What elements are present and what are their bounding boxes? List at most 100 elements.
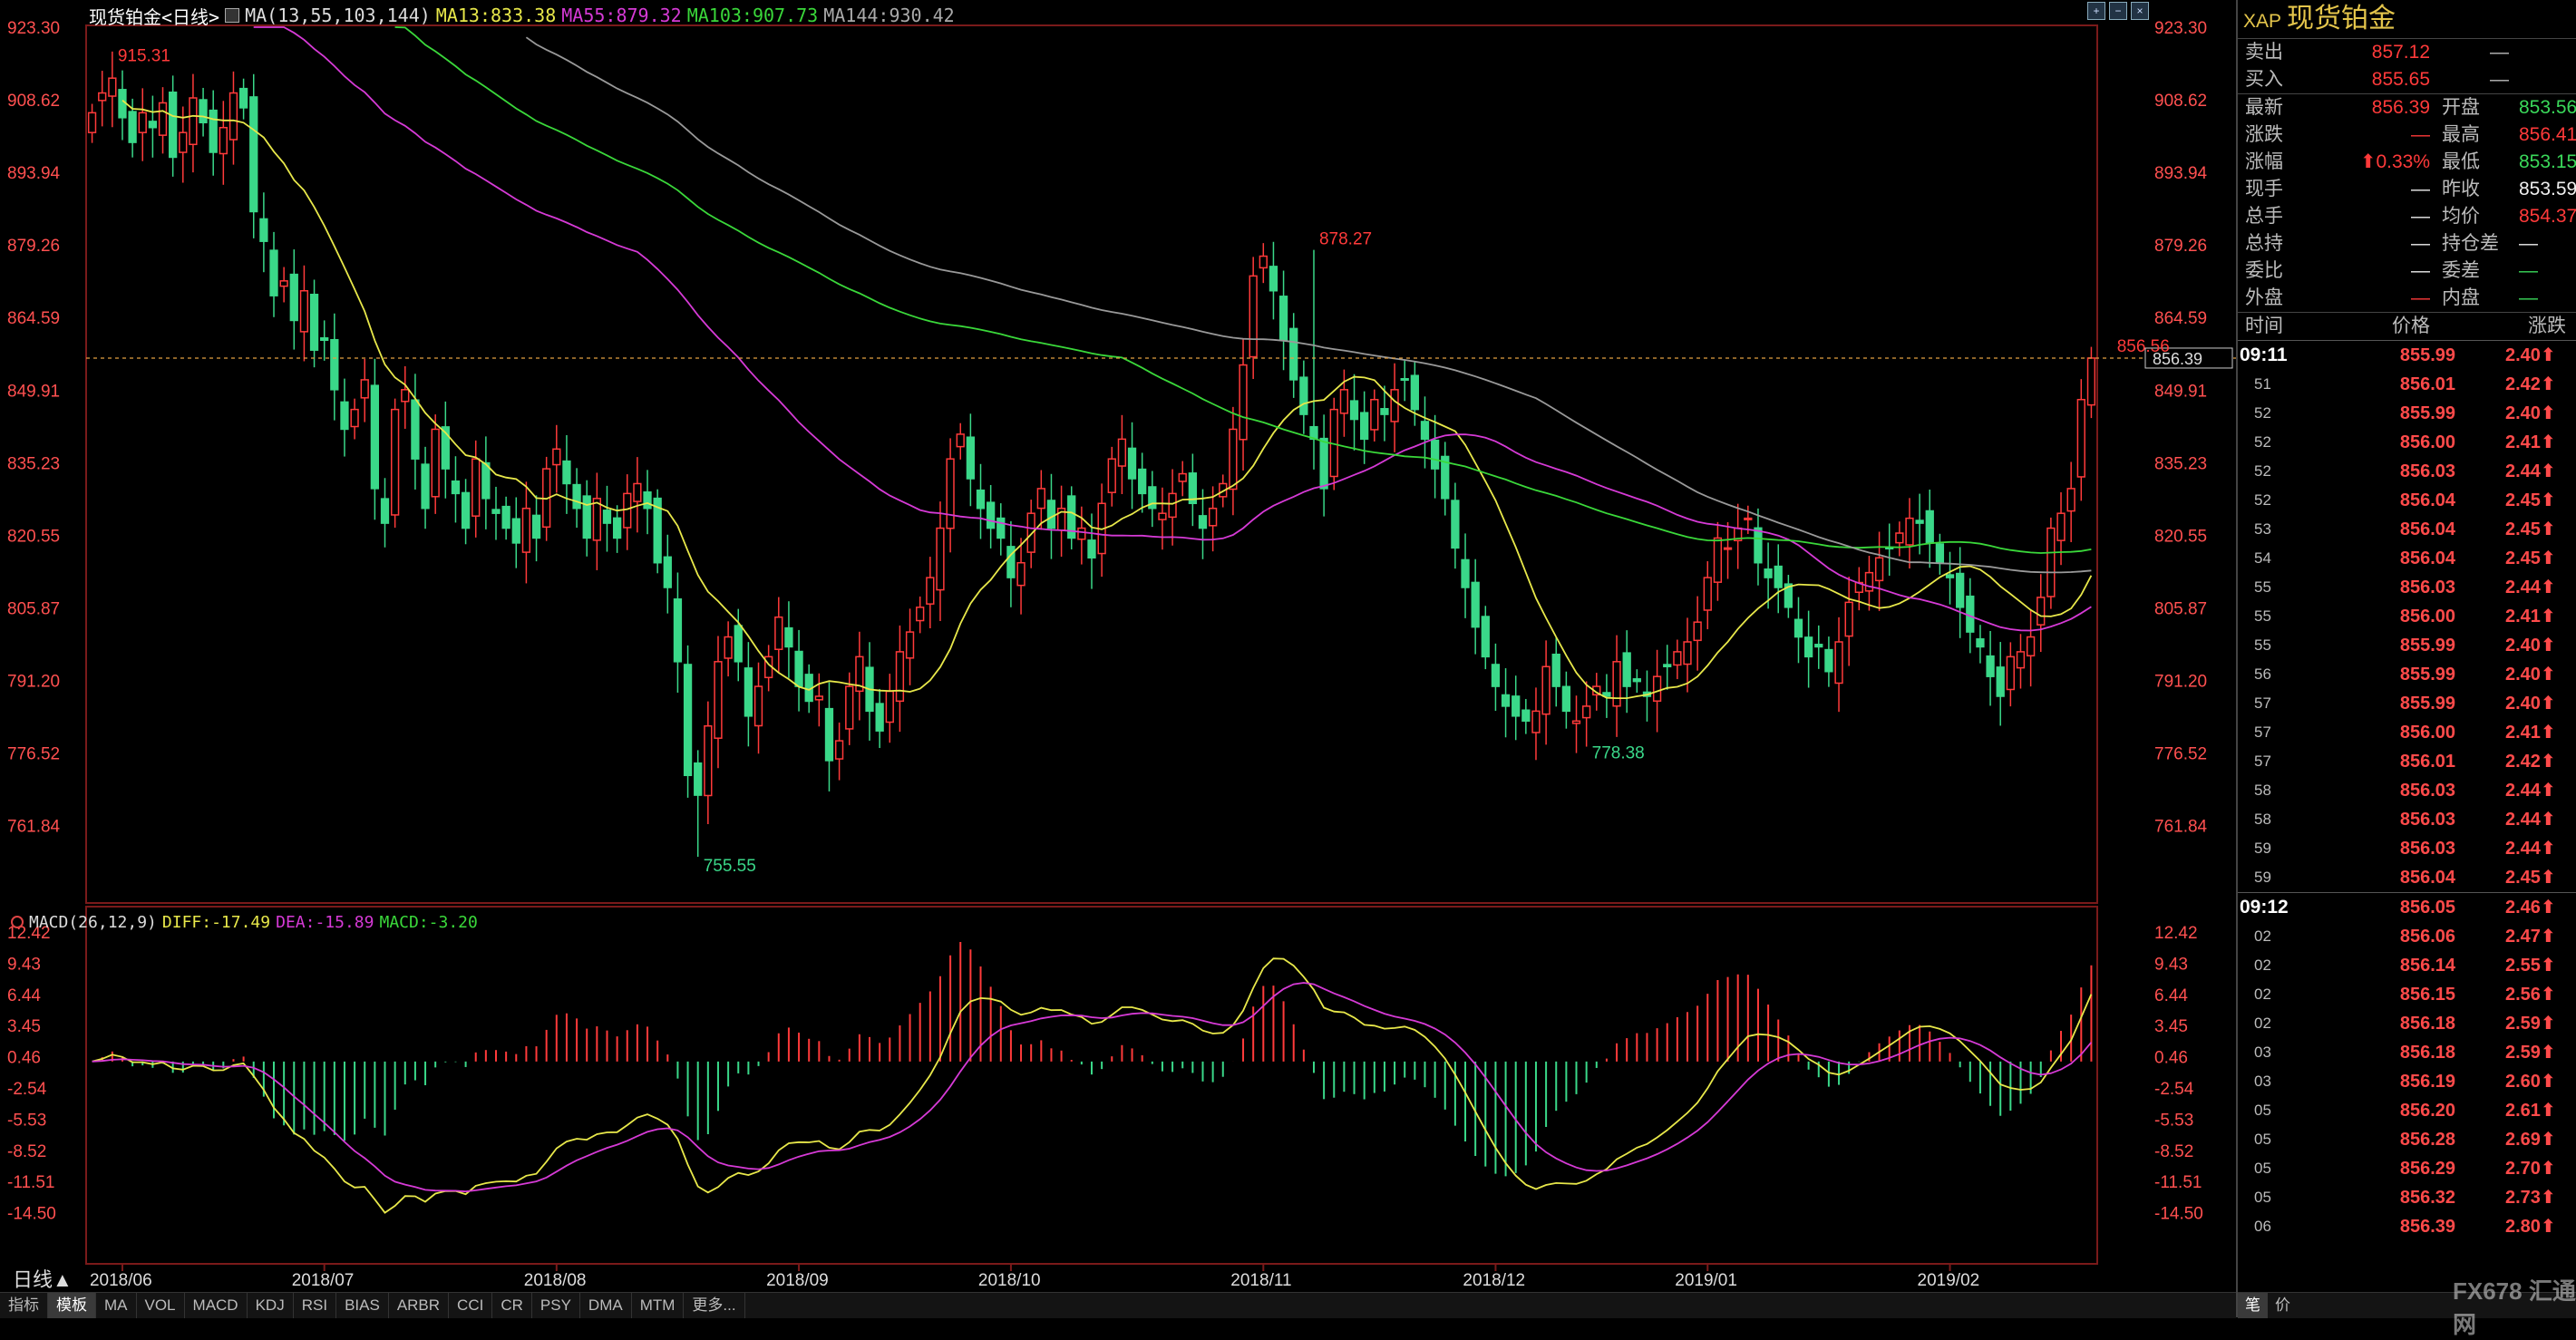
quote-label: 委差 (2442, 260, 2480, 281)
y-tick-label-right: 879.26 (2154, 237, 2207, 256)
macd-tick-label-left: 3.45 (7, 1017, 41, 1036)
indicator-tab-0[interactable]: 指标 (0, 1293, 48, 1318)
indicator-tab-12[interactable]: DMA (580, 1293, 632, 1318)
chart-area[interactable]: 923.30 923.30 908.62 908.62 893.94 893.94 879.… (0, 0, 2236, 1318)
zoom-in-icon[interactable]: + (2087, 2, 2105, 20)
y-tick-label-left: 879.26 (7, 237, 60, 256)
indicator-tab-4[interactable]: MACD (185, 1293, 248, 1318)
quote-code: XAP (2243, 11, 2282, 32)
quote-tab-0[interactable]: 笔 (2238, 1293, 2268, 1318)
quote-value: — (2411, 179, 2430, 199)
macd-tick-label-right: -2.54 (2154, 1080, 2194, 1099)
macd-tick-label-right: -8.52 (2154, 1142, 2193, 1161)
candle-up (158, 102, 168, 136)
x-axis-label: 2018/12 (1463, 1271, 1525, 1290)
candle-down (1046, 500, 1056, 529)
y-tick-label-left: 908.62 (7, 92, 60, 111)
indicator-tab-11[interactable]: PSY (532, 1293, 580, 1318)
quote-value: 854.37 (2519, 206, 2576, 227)
candle-down (1481, 616, 1490, 658)
indicator-tab-13[interactable]: MTM (632, 1293, 685, 1318)
ma-line-ma13 (122, 100, 2093, 699)
quote-label: 昨收 (2442, 179, 2480, 199)
indicator-tab-1[interactable]: 模板 (48, 1293, 96, 1318)
macd-diff-line (92, 957, 2093, 1214)
ma-settings-icon[interactable] (225, 8, 240, 23)
zoom-out-icon[interactable]: − (2109, 2, 2127, 20)
indicator-tab-10[interactable]: CR (492, 1293, 532, 1318)
tick-price: 856.14 (2399, 956, 2455, 976)
candle-down (643, 490, 652, 510)
buy-label: 买入 (2245, 69, 2283, 90)
sell-volume: — (2490, 42, 2509, 63)
quote-row: 涨幅 ⬆0.33% 最低 853.15 (2238, 149, 2576, 176)
tick-row: 02 856.15 2.56⬆ (2238, 980, 2576, 1009)
tick-time: 58 (2254, 811, 2271, 828)
kline-chart[interactable]: 923.30 923.30 908.62 908.62 893.94 893.94 879.… (0, 0, 2236, 1292)
y-tick-label-right: 761.84 (2154, 818, 2208, 837)
quote-label: 最新 (2245, 97, 2283, 118)
chart-title[interactable]: 现货铂金<日线> (89, 3, 219, 29)
candle-up (1652, 675, 1662, 702)
candle-down (976, 489, 986, 510)
close-icon[interactable]: × (2131, 2, 2149, 20)
tick-row: 03 856.19 2.60⬆ (2238, 1067, 2576, 1096)
y-tick-label-left: 893.94 (7, 164, 61, 183)
tick-row: 57 856.00 2.41⬆ (2238, 718, 2576, 747)
candle-down (1996, 666, 2005, 697)
quote-name: 现货铂金 (2287, 4, 2396, 34)
indicator-tab-8[interactable]: ARBR (389, 1293, 450, 1318)
candle-up (228, 92, 238, 141)
tick-row: 55 855.99 2.40⬆ (2238, 631, 2576, 660)
candle-up (885, 690, 894, 723)
y-tick-label-right: 893.94 (2154, 164, 2208, 183)
macd-tick-label-left: -5.53 (7, 1111, 46, 1130)
indicator-tab-2[interactable]: MA (96, 1293, 137, 1318)
y-tick-label-right: 849.91 (2154, 382, 2207, 401)
candle-up (1390, 389, 1399, 422)
candle-down (1512, 695, 1521, 717)
chart-legend: 现货铂金<日线> MA(13,55,103,144) MA13:833.38 M… (89, 2, 955, 29)
indicator-tab-9[interactable]: CCI (449, 1293, 493, 1318)
candle-down (481, 461, 491, 500)
indicator-tab-5[interactable]: KDJ (248, 1293, 294, 1318)
tick-row: 05 856.28 2.69⬆ (2238, 1125, 2576, 1154)
y-tick-label-right: 776.52 (2154, 745, 2207, 764)
y-tick-label-left: 864.59 (7, 309, 60, 328)
tick-head-time: 时间 (2245, 316, 2283, 336)
tick-change: 2.40⬆ (2505, 403, 2556, 423)
tick-row: 51 856.01 2.42⬆ (2238, 370, 2576, 399)
tick-time: 05 (2254, 1131, 2271, 1148)
tick-time: 54 (2254, 549, 2271, 567)
candle-down (612, 517, 622, 539)
tick-change: 2.41⬆ (2505, 607, 2556, 626)
tick-change: 2.44⬆ (2505, 839, 2556, 859)
candle-up (1531, 710, 1541, 733)
candle-up (956, 433, 965, 448)
x-axis-label: 2018/06 (90, 1271, 152, 1290)
indicator-tab-6[interactable]: RSI (294, 1293, 337, 1318)
tick-list[interactable]: 09:11 855.99 2.40⬆ 51 856.01 2.42⬆ 52 855.99 2.4… (2238, 340, 2576, 1241)
indicator-tab-7[interactable]: BIAS (336, 1293, 389, 1318)
candle-up (946, 458, 955, 529)
candle-up (179, 131, 188, 153)
candle-down (683, 664, 693, 777)
quote-label: 涨跌 (2245, 124, 2283, 145)
candle-down (1966, 595, 1975, 633)
indicator-tab-3[interactable]: VOL (137, 1293, 185, 1318)
tick-row: 05 856.29 2.70⬆ (2238, 1154, 2576, 1183)
macd-settings-icon[interactable] (11, 916, 24, 928)
candle-down (491, 509, 501, 514)
tick-price: 856.18 (2399, 1014, 2455, 1034)
y-tick-label-left: 805.87 (7, 600, 60, 619)
tick-time: 52 (2254, 404, 2271, 422)
quote-tab-1[interactable]: 价 (2268, 1293, 2298, 1318)
period-selector[interactable]: 日线▲ (13, 1264, 73, 1293)
macd-tick-label-right: -14.50 (2154, 1205, 2203, 1224)
indicator-tab-14[interactable]: 更多... (684, 1293, 745, 1318)
tick-time: 52 (2254, 433, 2271, 451)
candle-down (744, 667, 753, 717)
tick-row: 52 855.99 2.40⬆ (2238, 399, 2576, 428)
candle-up (98, 92, 107, 102)
tick-head-change: 涨跌 (2528, 316, 2566, 336)
